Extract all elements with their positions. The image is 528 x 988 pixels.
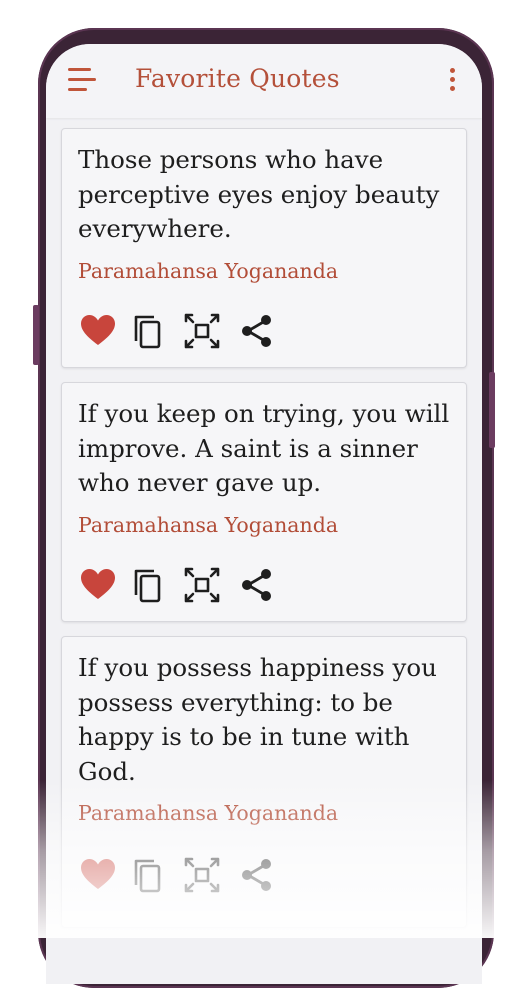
quote-text: If you keep on trying, you will improve.… bbox=[78, 399, 450, 497]
hamburger-menu-icon[interactable] bbox=[68, 68, 96, 94]
quote-author[interactable]: Paramahansa Yogananda bbox=[78, 801, 338, 825]
more-vertical-icon[interactable] bbox=[444, 68, 460, 96]
fullscreen-icon[interactable] bbox=[182, 311, 222, 351]
fullscreen-icon[interactable] bbox=[182, 855, 222, 895]
heart-icon[interactable] bbox=[78, 855, 118, 895]
quote-text: Those persons who have perceptive eyes e… bbox=[78, 145, 440, 243]
copy-icon[interactable] bbox=[128, 311, 168, 351]
quote-author[interactable]: Paramahansa Yogananda bbox=[78, 259, 338, 283]
copy-icon[interactable] bbox=[128, 855, 168, 895]
fullscreen-icon[interactable] bbox=[182, 565, 222, 605]
quote-card: If you keep on trying, you will improve.… bbox=[61, 382, 467, 622]
copy-icon[interactable] bbox=[128, 565, 168, 605]
quote-actions bbox=[78, 311, 298, 351]
share-icon[interactable] bbox=[236, 311, 276, 351]
quote-card: If you possess happiness you possess eve… bbox=[61, 636, 467, 928]
share-icon[interactable] bbox=[236, 565, 276, 605]
app-bar: Favorite Quotes bbox=[46, 44, 482, 118]
page-title: Favorite Quotes bbox=[135, 64, 340, 93]
quote-actions bbox=[78, 565, 298, 605]
heart-icon[interactable] bbox=[78, 565, 118, 605]
app-screen: Favorite Quotes Those persons who have p… bbox=[46, 44, 482, 984]
quote-text: If you possess happiness you possess eve… bbox=[78, 653, 437, 786]
quote-card: Those persons who have perceptive eyes e… bbox=[61, 128, 467, 368]
heart-icon[interactable] bbox=[78, 311, 118, 351]
phone-side-button-right bbox=[489, 372, 495, 448]
phone-side-button-left bbox=[33, 305, 39, 365]
quote-actions bbox=[78, 855, 298, 895]
share-icon[interactable] bbox=[236, 855, 276, 895]
quote-author[interactable]: Paramahansa Yogananda bbox=[78, 513, 338, 537]
